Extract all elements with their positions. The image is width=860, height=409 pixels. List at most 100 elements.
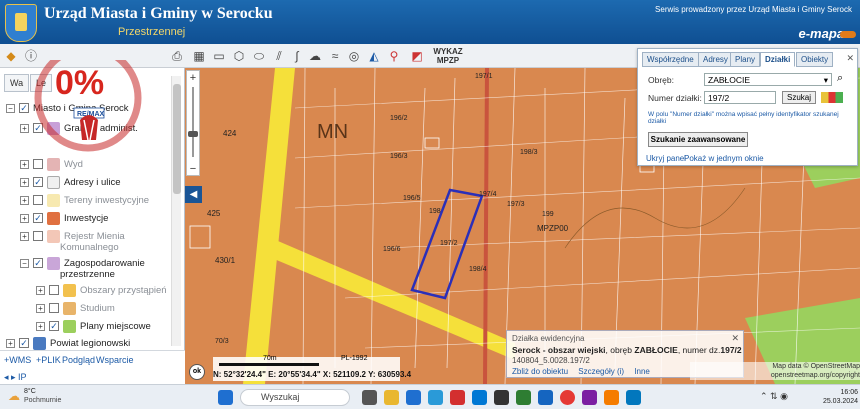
mail-icon[interactable] [428, 390, 443, 405]
mpzp-icon[interactable]: ◩ [408, 47, 426, 65]
wykaz-mpzp-button[interactable]: WYKAZ MPZP [428, 47, 468, 65]
chrome-icon[interactable] [560, 390, 575, 405]
line-icon[interactable]: ∫ [288, 47, 306, 65]
word-icon[interactable] [538, 390, 553, 405]
advanced-search-button[interactable]: Szukanie zaawansowane [648, 132, 748, 147]
investment-land-icon [47, 193, 60, 207]
expand-icon[interactable]: + [36, 303, 45, 313]
color-swatch-icon[interactable] [821, 92, 843, 103]
print-icon[interactable]: ⎙ [168, 47, 186, 65]
map-label-parcel: 196/6 [383, 246, 401, 253]
checkbox[interactable] [49, 285, 59, 295]
collapse-panel-button[interactable]: ◀ [185, 186, 202, 203]
tab-dzialki[interactable]: Działki [760, 52, 796, 67]
checkbox[interactable] [33, 231, 43, 241]
plik-link[interactable]: +PLIK [36, 355, 61, 365]
tree-item-adresy[interactable]: + ✓ Adresy i ulice [20, 174, 121, 190]
nav-arrows-icon[interactable]: ◂ ▸ [4, 372, 18, 382]
popup-gmina: Serock - obszar wiejski [512, 345, 606, 355]
szukaj-button[interactable]: Szukaj [782, 91, 816, 104]
numer-dzialki-input[interactable]: 197/2 [704, 91, 776, 104]
wms-link[interactable]: +WMS [4, 355, 31, 365]
windows-start-icon[interactable] [218, 390, 233, 405]
crs-label[interactable]: PL-1992 [341, 355, 367, 362]
taskbar-search-input[interactable]: Wyszukaj [240, 389, 350, 406]
firefox-icon[interactable] [604, 390, 619, 405]
tree-item-inwestycje[interactable]: + ✓ Inwestycje [20, 210, 108, 226]
tree-item-plany[interactable]: + ✓ Plany miejscowe [36, 318, 151, 334]
expand-icon[interactable]: + [20, 177, 29, 187]
map-label-zone-code: MPZP00 [537, 224, 569, 233]
zoom-slider-handle[interactable] [188, 131, 198, 137]
polygon-icon[interactable]: ⬡ [230, 47, 248, 65]
panel-scrollbar[interactable] [171, 76, 181, 346]
zoom-track[interactable] [192, 87, 194, 157]
hide-panel-link[interactable]: Ukryj panel [646, 154, 686, 163]
task-view-icon[interactable] [362, 390, 377, 405]
checkbox[interactable]: ✓ [19, 338, 29, 348]
search-icon[interactable]: ⌕ [837, 72, 843, 85]
measure-area-icon[interactable]: ▭ [210, 47, 228, 65]
checkbox[interactable]: ✓ [49, 321, 59, 331]
expand-icon[interactable]: + [36, 321, 45, 331]
table-icon[interactable]: ▦ [190, 47, 208, 65]
close-icon[interactable]: ✕ [846, 53, 854, 64]
wave-icon[interactable]: ≈ [326, 47, 344, 65]
map-label-parcel: 197/3 [507, 201, 525, 208]
zoom-to-object-link[interactable]: Zbliż do obiektu [512, 367, 568, 376]
tray-icons[interactable]: ⌃ ⇅ ◉ [760, 391, 788, 402]
tab-adresy[interactable]: Adresy [698, 52, 733, 67]
file-explorer-icon[interactable] [384, 390, 399, 405]
taskbar-clock[interactable]: 16:06 25.03.2024 [800, 388, 858, 406]
checkbox[interactable]: ✓ [33, 258, 43, 268]
office-icon[interactable] [450, 390, 465, 405]
expand-icon[interactable]: + [20, 195, 29, 205]
tree-item-obszary[interactable]: + Obszary przystąpień [36, 282, 167, 298]
cloud-icon[interactable]: ☁ [306, 47, 324, 65]
ip-link[interactable]: IP [18, 372, 27, 382]
checkbox[interactable]: ✓ [33, 213, 43, 223]
expand-icon[interactable]: + [36, 285, 45, 295]
outlook-icon[interactable] [626, 390, 641, 405]
checkbox[interactable] [33, 195, 43, 205]
zoom-in-button[interactable]: + [187, 72, 199, 84]
close-icon[interactable]: ✕ [731, 333, 739, 344]
ok-button[interactable]: ok [189, 364, 205, 380]
scrollbar-thumb[interactable] [173, 84, 181, 194]
map-label-parcel: 198/3 [520, 149, 538, 156]
expand-icon[interactable]: + [20, 213, 29, 223]
wsparcie-link[interactable]: Wsparcie [96, 355, 134, 365]
globe-icon[interactable]: ◎ [345, 47, 363, 65]
expand-icon[interactable]: + [6, 338, 15, 348]
tree-item-powiat[interactable]: + ✓ Powiat legionowski [6, 335, 130, 351]
tree-item-tereny[interactable]: + Tereny inwestycyjne [20, 192, 149, 208]
store-icon[interactable] [406, 390, 421, 405]
collapse-icon[interactable]: − [20, 258, 29, 268]
hatch-icon[interactable]: ⫽ [270, 47, 288, 65]
attribution-line2[interactable]: openstreetmap.org/copyright [690, 371, 860, 380]
tab-wspolrzedne[interactable]: Współrzędne [642, 52, 699, 67]
checkbox[interactable] [49, 303, 59, 313]
tree-item-studium[interactable]: + Studium [36, 300, 115, 316]
excel-icon[interactable] [516, 390, 531, 405]
zoom-out-button[interactable]: − [187, 163, 199, 175]
other-link[interactable]: Inne [634, 367, 650, 376]
checkbox[interactable]: ✓ [33, 177, 43, 187]
obreb-select[interactable]: ZABŁOCIE ▾ [704, 73, 832, 86]
podglad-link[interactable]: Podgląd [62, 355, 95, 365]
tab-plany[interactable]: Plany [730, 52, 761, 67]
tab-obiekty[interactable]: Obiekty [796, 52, 834, 67]
edge-icon[interactable] [472, 390, 487, 405]
shape-icon[interactable]: ⬭ [250, 47, 268, 65]
cloud-icon[interactable]: ☁ [8, 389, 20, 403]
teams-icon[interactable] [582, 390, 597, 405]
area-tool-icon[interactable]: ◭ [365, 47, 383, 65]
pin-icon[interactable]: ⚲ [385, 47, 403, 65]
details-link[interactable]: Szczegóły (i) [578, 367, 624, 376]
popup-line1: Serock - obszar wiejski, obręb ZABŁOCIE,… [512, 345, 742, 355]
scale-line [219, 363, 319, 366]
show-single-window-link[interactable]: Pokaż w jednym oknie [684, 154, 764, 163]
attribution-line1[interactable]: Map data © OpenStreetMap [690, 362, 860, 371]
app-icon[interactable] [494, 390, 509, 405]
expand-icon[interactable]: + [20, 231, 29, 241]
